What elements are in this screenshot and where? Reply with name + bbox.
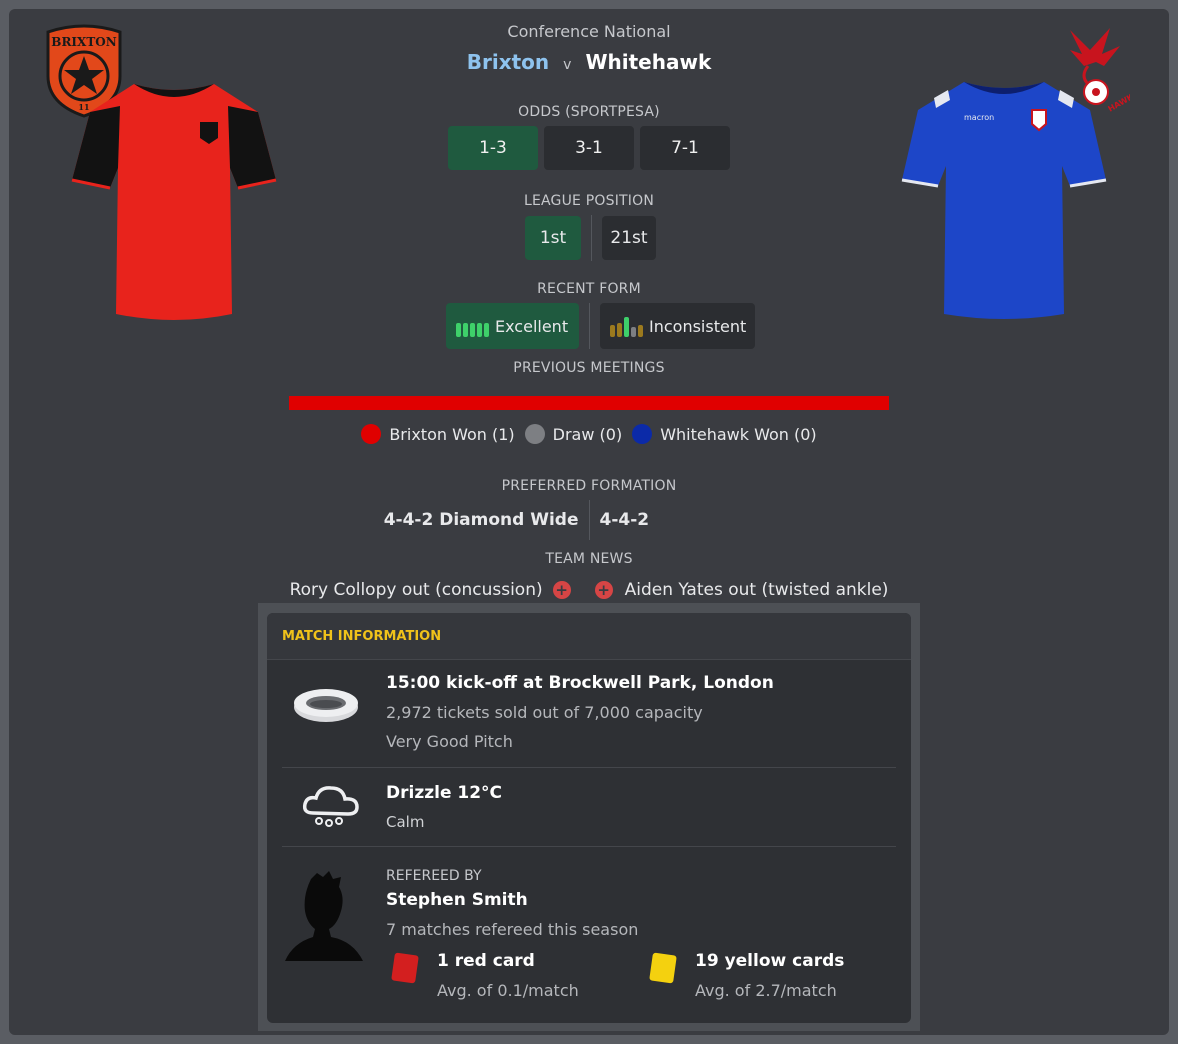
- home-form[interactable]: Excellent: [446, 303, 579, 349]
- injury-cross-icon: +: [552, 581, 571, 599]
- team-news-row: Rory Collopy out (concussion) + + Aiden …: [0, 580, 1178, 600]
- home-won-label: Brixton Won (1): [389, 424, 515, 444]
- preferred-formation-label: PREFERRED FORMATION: [501, 478, 677, 494]
- drizzle-cloud-icon: [302, 786, 359, 827]
- home-won-dot-icon: [361, 424, 382, 444]
- home-form-label: Excellent: [495, 316, 569, 336]
- weather-info: Drizzle 12°C Calm: [386, 783, 886, 831]
- referee-name[interactable]: Stephen Smith: [386, 890, 886, 910]
- home-team-news[interactable]: Rory Collopy out (concussion) +: [290, 580, 571, 600]
- referee-label: REFEREED BY: [386, 868, 482, 884]
- away-news-text: Aiden Yates out (twisted ankle): [624, 580, 889, 600]
- league-position-row: 1st 21st: [525, 215, 656, 261]
- away-form-label: Inconsistent: [649, 316, 747, 336]
- red-cards-count: 1 red card: [437, 951, 535, 971]
- home-league-position: 1st: [525, 216, 581, 260]
- home-odds: 1-3: [448, 126, 538, 170]
- competition-name[interactable]: Conference National: [0, 22, 1178, 41]
- wind-line: Calm: [386, 813, 425, 831]
- team-news-label: TEAM NEWS: [545, 551, 633, 567]
- away-league-position: 21st: [602, 216, 656, 260]
- weather-line: Drizzle 12°C: [386, 783, 503, 803]
- match-information-panel: MATCH INFORMATION 15:00 kick-off at Broc…: [267, 613, 911, 1023]
- away-team-news[interactable]: + Aiden Yates out (twisted ankle): [594, 580, 889, 600]
- yellow-card-icon: [649, 952, 677, 984]
- fixture-teams: Brixton v Whitehawk: [0, 50, 1178, 74]
- draw-dot-icon: [524, 424, 545, 444]
- league-position-label: LEAGUE POSITION: [523, 193, 655, 209]
- divider: [282, 767, 896, 768]
- pitch-line: Very Good Pitch: [386, 732, 513, 751]
- away-form[interactable]: Inconsistent: [600, 303, 755, 349]
- away-won-dot-icon: [632, 424, 653, 444]
- previous-meetings-label: PREVIOUS MEETINGS: [513, 360, 665, 376]
- away-team-name[interactable]: Whitehawk: [585, 50, 711, 74]
- venue-info: 15:00 kick-off at Brockwell Park, London…: [386, 673, 886, 751]
- meetings-legend: Brixton Won (1) Draw (0) Whitehawk Won (…: [0, 424, 1178, 444]
- red-card-stats: 1 red card Avg. of 0.1/match: [437, 951, 579, 1000]
- legend-draw: Draw (0): [524, 424, 623, 444]
- injury-cross-icon: +: [594, 581, 613, 599]
- referee-matches: 7 matches refereed this season: [386, 920, 639, 939]
- recent-form-row: Excellent Inconsistent: [446, 303, 755, 349]
- home-form-bars-icon: [456, 315, 489, 337]
- versus-label: v: [563, 57, 572, 73]
- draw-odds: 3-1: [544, 126, 634, 170]
- home-formation: 4-4-2 Diamond Wide: [383, 510, 579, 530]
- referee-silhouette-icon: [285, 871, 363, 961]
- home-team-name[interactable]: Brixton: [467, 50, 549, 74]
- odds-row: 1-3 3-1 7-1: [448, 126, 730, 170]
- red-cards-avg: Avg. of 0.1/match: [437, 981, 579, 1000]
- tickets-line: 2,972 tickets sold out of 7,000 capacity: [386, 703, 703, 722]
- stadium-icon: [294, 689, 358, 722]
- referee-info: REFEREED BY Stephen Smith 7 matches refe…: [386, 868, 886, 939]
- divider: [588, 500, 590, 540]
- meetings-bar: [289, 396, 889, 410]
- yellow-cards-avg: Avg. of 2.7/match: [695, 981, 837, 1000]
- divider: [591, 215, 592, 261]
- divider: [589, 303, 590, 349]
- recent-form-label: RECENT FORM: [537, 281, 641, 297]
- match-information-title: MATCH INFORMATION: [267, 613, 911, 660]
- venue-line[interactable]: 15:00 kick-off at Brockwell Park, London: [386, 673, 886, 693]
- away-form-bars-icon: [610, 315, 643, 337]
- yellow-card-stats: 19 yellow cards Avg. of 2.7/match: [695, 951, 844, 1000]
- away-formation: 4-4-2: [599, 510, 650, 530]
- legend-home-won: Brixton Won (1): [361, 424, 515, 444]
- yellow-cards-count: 19 yellow cards: [695, 951, 845, 971]
- formation-row: 4-4-2 Diamond Wide 4-4-2: [0, 500, 1178, 540]
- away-odds: 7-1: [640, 126, 730, 170]
- odds-label: ODDS (SPORTPESA): [518, 104, 660, 120]
- draw-label: Draw (0): [552, 424, 623, 444]
- divider: [282, 846, 896, 847]
- away-won-label: Whitehawk Won (0): [660, 424, 817, 444]
- red-card-icon: [391, 952, 419, 984]
- home-news-text: Rory Collopy out (concussion): [289, 580, 543, 600]
- legend-away-won: Whitehawk Won (0): [632, 424, 817, 444]
